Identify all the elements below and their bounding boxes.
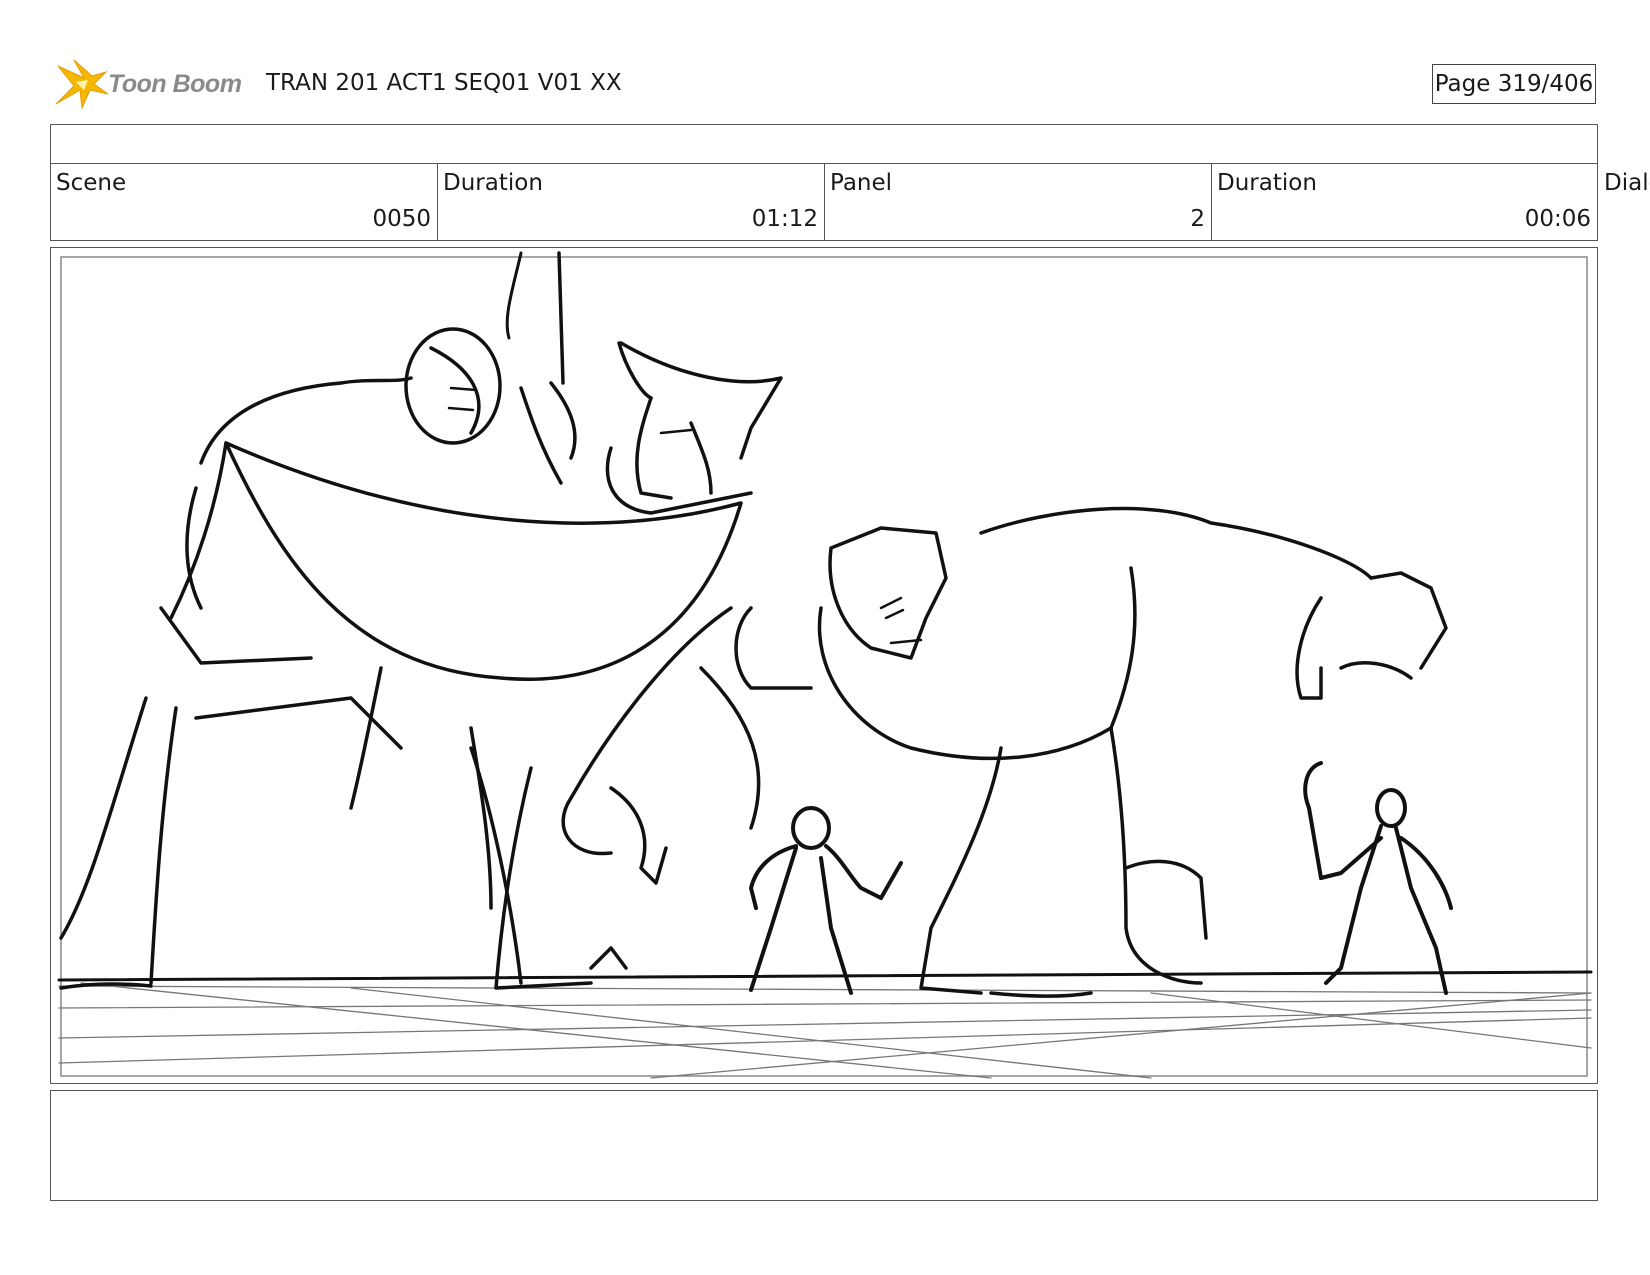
right-giant-sketch <box>469 506 1448 998</box>
panel-duration-value: 00:06 <box>1524 206 1591 232</box>
scene-duration-cell: Duration 01:12 <box>437 163 825 241</box>
small-hero-hook-sketch <box>1303 761 1453 995</box>
center-villain-sketch <box>519 341 783 515</box>
header-strip <box>50 124 1598 164</box>
logo-text: Toon Boom <box>108 70 242 98</box>
scene-value: 0050 <box>372 206 431 232</box>
panel-duration-label: Duration <box>1217 170 1317 196</box>
toon-boom-star-icon <box>55 59 109 110</box>
panel-notes-box <box>50 1090 1598 1201</box>
scene-duration-label: Duration <box>443 170 543 196</box>
floor-grid <box>58 982 1592 1079</box>
storyboard-panel <box>50 247 1598 1084</box>
page-indicator: Page 319/406 <box>1432 64 1596 104</box>
left-brute-sketch <box>59 327 628 990</box>
scene-duration-value: 01:12 <box>751 206 818 232</box>
panel-cell: Panel 2 <box>824 163 1212 241</box>
small-hero-sword-sketch <box>749 806 903 995</box>
document-title: TRAN 201 ACT1 SEQ01 V01 XX <box>266 70 622 96</box>
scene-label: Scene <box>56 170 127 196</box>
storyboard-sketch <box>57 251 1593 1079</box>
scene-info-row: Scene 0050 Duration 01:12 Panel 2 Durati… <box>50 163 1598 241</box>
panel-value: 2 <box>1190 206 1205 232</box>
toon-boom-logo: Toon Boom <box>54 58 254 112</box>
scene-cell: Scene 0050 <box>50 163 438 241</box>
dialog-label: Dialo <box>1604 170 1650 196</box>
panel-duration-cell: Duration 00:06 <box>1211 163 1598 241</box>
boat-sketch <box>224 441 743 681</box>
panel-label: Panel <box>830 170 893 196</box>
